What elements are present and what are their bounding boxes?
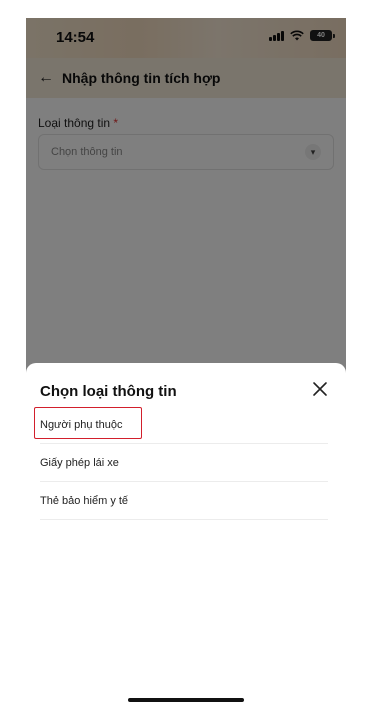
home-indicator[interactable] xyxy=(128,698,244,702)
sheet-title: Chọn loại thông tin xyxy=(40,383,177,400)
option-dependent[interactable]: Người phụ thuộc xyxy=(40,406,328,444)
phone-screen: 14:54 40 ← Nhập thông tin tích hợp Loại … xyxy=(26,18,346,712)
option-health-insurance[interactable]: Thẻ bảo hiểm y tế xyxy=(40,482,328,520)
option-label: Giấy phép lái xe xyxy=(40,456,119,469)
option-driver-license[interactable]: Giấy phép lái xe xyxy=(40,444,328,482)
option-label: Người phụ thuộc xyxy=(40,418,123,431)
close-icon[interactable] xyxy=(310,379,330,399)
bottom-sheet: Chọn loại thông tin Người phụ thuộc Giấy… xyxy=(26,363,346,712)
option-label: Thẻ bảo hiểm y tế xyxy=(40,494,129,507)
